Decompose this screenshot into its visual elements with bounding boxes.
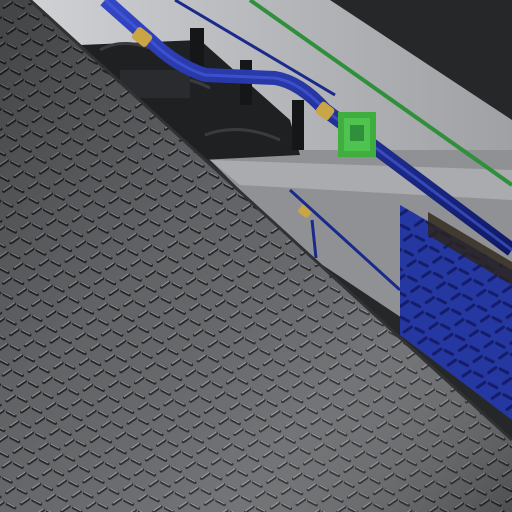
- industrial-scene: [0, 0, 512, 512]
- junction-box-icon: [338, 112, 376, 157]
